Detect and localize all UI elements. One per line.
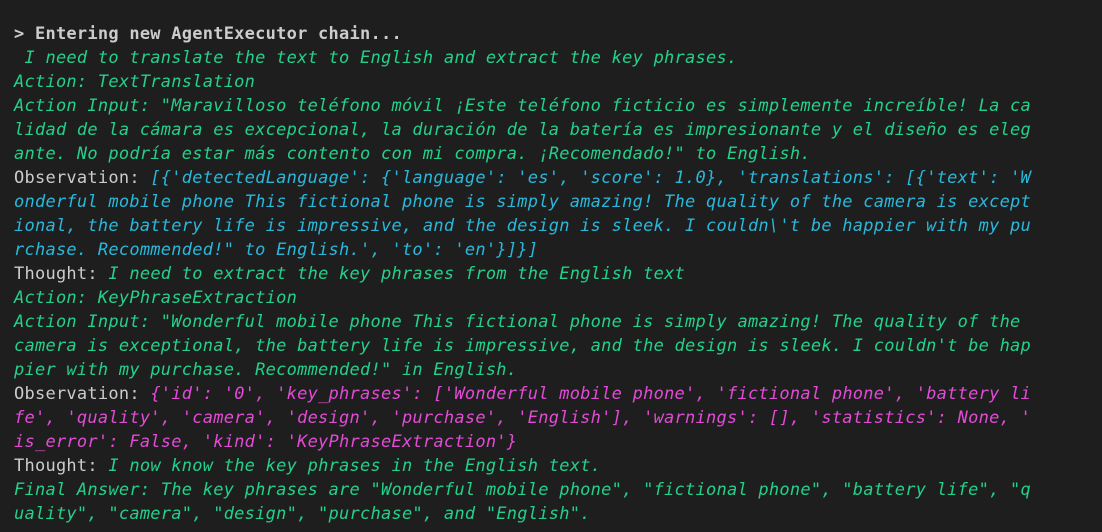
final-answer-line-1: Final Answer: The key phrases are "Wonde… (14, 480, 1032, 500)
observation-line-1: Observation: [{'detectedLanguage': {'lan… (14, 166, 1092, 190)
action-line-2: Action: KeyPhraseExtraction (14, 288, 298, 308)
observation-line-4: rchase. Recommended!" to English.', 'to'… (14, 240, 539, 260)
action-input2-line-3: pier with my purchase. Recommended!" in … (14, 360, 518, 380)
observation2-label: Observation: (14, 384, 151, 404)
action-input2-line-2: camera is exceptional, the battery life … (14, 336, 1032, 356)
action-input-line-3: ante. No podría estar más contento con m… (14, 144, 811, 164)
thought2-value: I now know the key phrases in the Englis… (108, 456, 602, 476)
action-input-line-2: lidad de la cámara es excepcional, la du… (14, 120, 1032, 140)
terminal-output: > Entering new AgentExecutor chain... I … (0, 0, 1102, 532)
observation2-line-3: is_error': False, 'kind': 'KeyPhraseExtr… (14, 432, 518, 452)
final-answer-line-2: uality", "camera", "design", "purchase",… (14, 504, 591, 524)
observation2-line-2: fe', 'quality', 'camera', 'design', 'pur… (14, 408, 1032, 428)
observation-line-3: ional, the battery life is impressive, a… (14, 216, 1032, 236)
thought2-line-1: Thought: I now know the key phrases in t… (14, 454, 1092, 478)
agent-thought-line: I need to translate the text to English … (14, 48, 738, 68)
observation2-value: {'id': '0', 'key_phrases': ['Wonderful m… (150, 384, 1032, 404)
action-line: Action: TextTranslation (14, 72, 256, 92)
thought2-label: Thought: (14, 456, 109, 476)
chain-start-header: > Entering new AgentExecutor chain... (14, 24, 402, 44)
observation-line-2: onderful mobile phone This fictional pho… (14, 192, 1032, 212)
observation-value: [{'detectedLanguage': {'language': 'es',… (150, 168, 1032, 188)
thought-value: I need to extract the key phrases from t… (108, 264, 686, 284)
action-input2-line-1: Action Input: "Wonderful mobile phone Th… (14, 312, 1021, 332)
observation2-line-1: Observation: {'id': '0', 'key_phrases': … (14, 382, 1092, 406)
thought-label: Thought: (14, 264, 109, 284)
thought-line-1: Thought: I need to extract the key phras… (14, 262, 1092, 286)
observation-label: Observation: (14, 168, 151, 188)
action-input-line-1: Action Input: "Maravilloso teléfono móvi… (14, 96, 1032, 116)
